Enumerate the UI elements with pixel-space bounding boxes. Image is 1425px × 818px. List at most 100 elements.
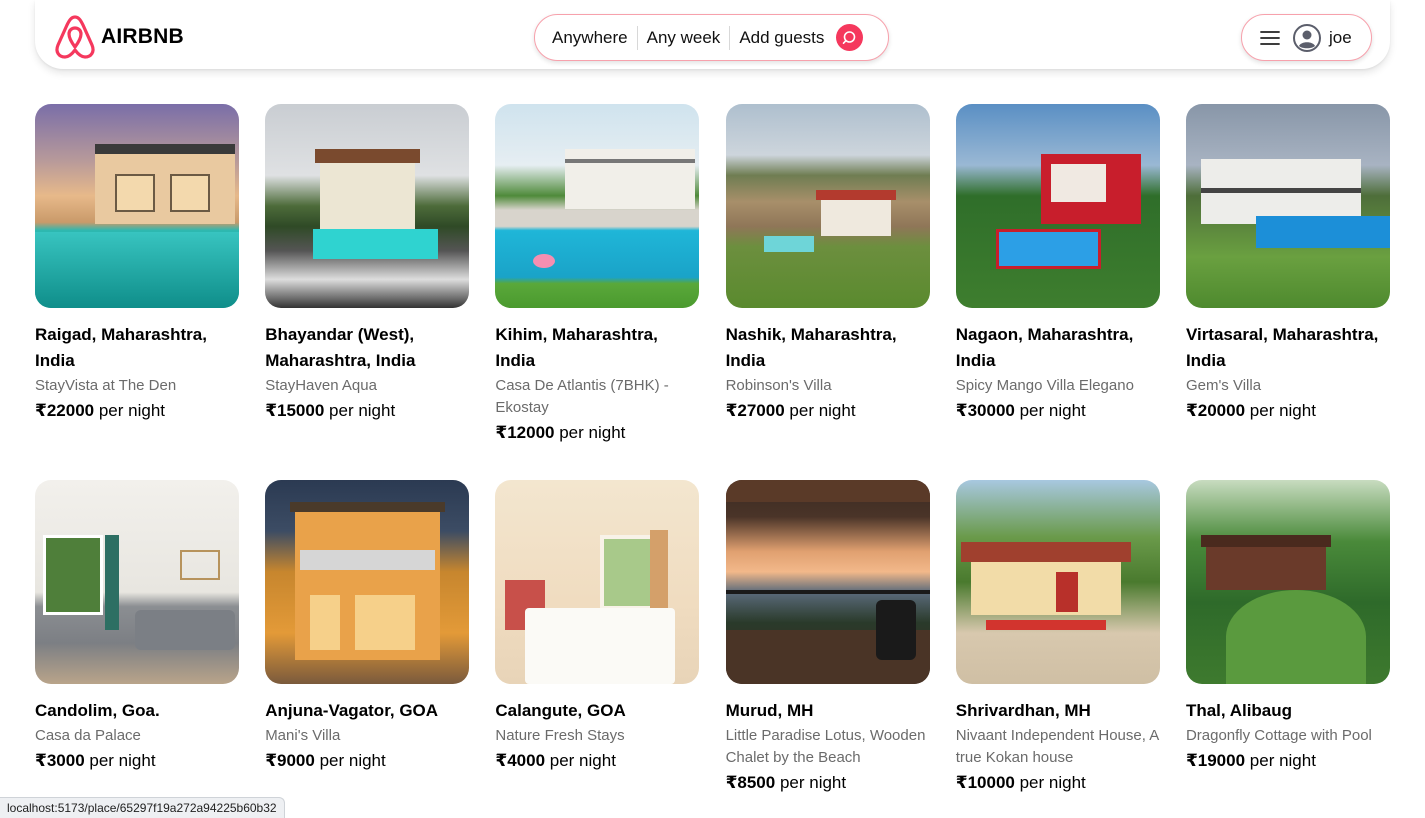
listing-price: ₹20000 per night bbox=[1186, 400, 1390, 422]
top-navbar: AIRBNB Anywhere Any week Add guests joe bbox=[35, 0, 1390, 69]
listing-name: Gem's Villa bbox=[1185, 377, 1262, 394]
price-amount: ₹15000 bbox=[265, 401, 325, 420]
listing-photo[interactable] bbox=[35, 104, 239, 308]
listing-location: Nashik, Maharashtra, India bbox=[725, 325, 897, 370]
listing-card[interactable]: Thal, Alibaug Dragonfly Cottage with Poo… bbox=[1185, 480, 1390, 818]
search-add-guests[interactable]: Add guests bbox=[739, 28, 824, 48]
link-preview-status: localhost:5173/place/65297f19a272a94225b… bbox=[0, 797, 285, 818]
price-amount: ₹27000 bbox=[725, 401, 785, 420]
listing-price: ₹10000 per night bbox=[956, 772, 1160, 794]
price-amount: ₹22000 bbox=[35, 401, 95, 420]
price-unit: per night bbox=[89, 751, 156, 770]
listing-price: ₹12000 per night bbox=[495, 422, 699, 444]
listing-location: Anjuna-Vagator, GOA bbox=[265, 701, 439, 720]
listing-price: ₹27000 per night bbox=[726, 400, 930, 422]
listing-name: Mani's Villa bbox=[265, 727, 341, 744]
listing-card[interactable]: Anjuna-Vagator, GOA Mani's Villa ₹9000 p… bbox=[265, 480, 470, 818]
listing-photo[interactable] bbox=[495, 104, 700, 308]
listing-price: ₹22000 per night bbox=[35, 400, 239, 422]
listing-name: Nivaant Independent House, A true Kokan … bbox=[955, 727, 1159, 766]
price-unit: per night bbox=[319, 751, 386, 770]
price-amount: ₹4000 bbox=[495, 751, 546, 770]
listing-name: Robinson's Villa bbox=[725, 377, 832, 394]
listing-price: ₹15000 per night bbox=[265, 400, 469, 422]
price-unit: per night bbox=[559, 423, 626, 442]
listing-photo[interactable] bbox=[495, 480, 700, 684]
search-divider bbox=[729, 25, 731, 50]
price-amount: ₹3000 bbox=[35, 751, 85, 770]
listing-photo[interactable] bbox=[265, 104, 470, 308]
listing-name: Dragonfly Cottage with Pool bbox=[1185, 727, 1372, 744]
price-unit: per night bbox=[1249, 751, 1316, 770]
listing-photo[interactable] bbox=[1185, 104, 1390, 308]
search-button[interactable] bbox=[836, 24, 864, 51]
price-amount: ₹30000 bbox=[955, 401, 1015, 420]
listing-price: ₹9000 per night bbox=[265, 750, 469, 772]
search-any-week[interactable]: Any week bbox=[647, 28, 721, 48]
listing-location: Murud, MH bbox=[725, 701, 814, 720]
user-menu-button[interactable]: joe bbox=[1241, 14, 1372, 61]
price-unit: per night bbox=[1019, 401, 1086, 420]
listing-photo[interactable] bbox=[725, 480, 930, 684]
price-unit: per night bbox=[1249, 401, 1316, 420]
listing-card[interactable]: Murud, MH Little Paradise Lotus, Wooden … bbox=[725, 480, 930, 818]
price-unit: per night bbox=[98, 401, 166, 420]
listing-location: Thal, Alibaug bbox=[1185, 701, 1293, 720]
search-bar[interactable]: Anywhere Any week Add guests bbox=[534, 14, 889, 61]
listing-location: Nagaon, Maharashtra, India bbox=[955, 325, 1134, 370]
listing-location: Virtasaral, Maharashtra, India bbox=[1185, 325, 1379, 370]
listing-photo[interactable] bbox=[725, 104, 930, 308]
price-amount: ₹9000 bbox=[265, 751, 315, 770]
listing-price: ₹8500 per night bbox=[726, 772, 930, 794]
price-amount: ₹10000 bbox=[955, 773, 1015, 792]
user-name: joe bbox=[1329, 27, 1352, 47]
listing-name: StayHaven Aqua bbox=[265, 377, 377, 394]
listing-photo[interactable] bbox=[1185, 480, 1390, 684]
listing-card[interactable]: Nashik, Maharashtra, India Robinson's Vi… bbox=[725, 104, 930, 480]
price-amount: ₹20000 bbox=[1185, 401, 1246, 420]
price-unit: per night bbox=[549, 751, 616, 770]
price-unit: per night bbox=[329, 401, 396, 420]
listing-card[interactable]: Calangute, GOA Nature Fresh Stays ₹4000 … bbox=[495, 480, 700, 818]
price-unit: per night bbox=[1019, 773, 1086, 792]
listing-name: Casa De Atlantis (7BHK) - Ekostay bbox=[495, 377, 669, 416]
price-amount: ₹8500 bbox=[725, 773, 776, 792]
price-amount: ₹19000 bbox=[1185, 751, 1246, 770]
logo-link[interactable]: AIRBNB bbox=[54, 14, 184, 60]
listing-name: Nature Fresh Stays bbox=[495, 727, 625, 744]
listing-location: Raigad, Maharashtra, India bbox=[35, 325, 207, 370]
listing-card[interactable]: Virtasaral, Maharashtra, India Gem's Vil… bbox=[1185, 104, 1390, 480]
listing-name: Spicy Mango Villa Elegano bbox=[955, 377, 1134, 394]
listing-location: Shrivardhan, MH bbox=[955, 701, 1091, 720]
price-unit: per night bbox=[779, 773, 847, 792]
listing-photo[interactable] bbox=[265, 480, 470, 684]
search-anywhere[interactable]: Anywhere bbox=[552, 28, 628, 48]
listing-card[interactable]: Raigad, Maharashtra, India StayVista at … bbox=[35, 104, 239, 480]
airbnb-logo-icon bbox=[55, 15, 95, 59]
listing-price: ₹19000 per night bbox=[1186, 750, 1390, 772]
hamburger-menu-icon bbox=[1260, 30, 1280, 45]
listing-card[interactable]: Nagaon, Maharashtra, India Spicy Mango V… bbox=[955, 104, 1160, 480]
listing-card[interactable]: Kihim, Maharashtra, India Casa De Atlant… bbox=[495, 104, 700, 480]
listing-price: ₹3000 per night bbox=[35, 750, 239, 772]
listing-price: ₹30000 per night bbox=[956, 400, 1160, 422]
price-unit: per night bbox=[789, 401, 856, 420]
listing-location: Calangute, GOA bbox=[495, 701, 626, 720]
logo-text: AIRBNB bbox=[101, 25, 184, 48]
listing-card[interactable]: Bhayandar (West), Maharashtra, India Sta… bbox=[265, 104, 470, 480]
listing-photo[interactable] bbox=[35, 480, 239, 684]
listing-photo[interactable] bbox=[955, 104, 1160, 308]
price-amount: ₹12000 bbox=[495, 423, 555, 442]
listing-card[interactable]: Shrivardhan, MH Nivaant Independent Hous… bbox=[955, 480, 1160, 818]
listing-location: Bhayandar (West), Maharashtra, India bbox=[265, 325, 416, 370]
listing-location: Candolim, Goa. bbox=[35, 701, 160, 720]
search-icon bbox=[843, 31, 856, 44]
listings-grid: Raigad, Maharashtra, India StayVista at … bbox=[35, 104, 1390, 818]
listing-photo[interactable] bbox=[955, 480, 1160, 684]
user-circle-icon bbox=[1293, 23, 1321, 52]
listing-location: Kihim, Maharashtra, India bbox=[495, 325, 658, 370]
listing-card[interactable]: Candolim, Goa. Casa da Palace ₹3000 per … bbox=[35, 480, 239, 818]
search-divider bbox=[636, 25, 638, 50]
listing-name: Casa da Palace bbox=[35, 727, 141, 744]
listing-name: Little Paradise Lotus, Wooden Chalet by … bbox=[725, 727, 926, 766]
